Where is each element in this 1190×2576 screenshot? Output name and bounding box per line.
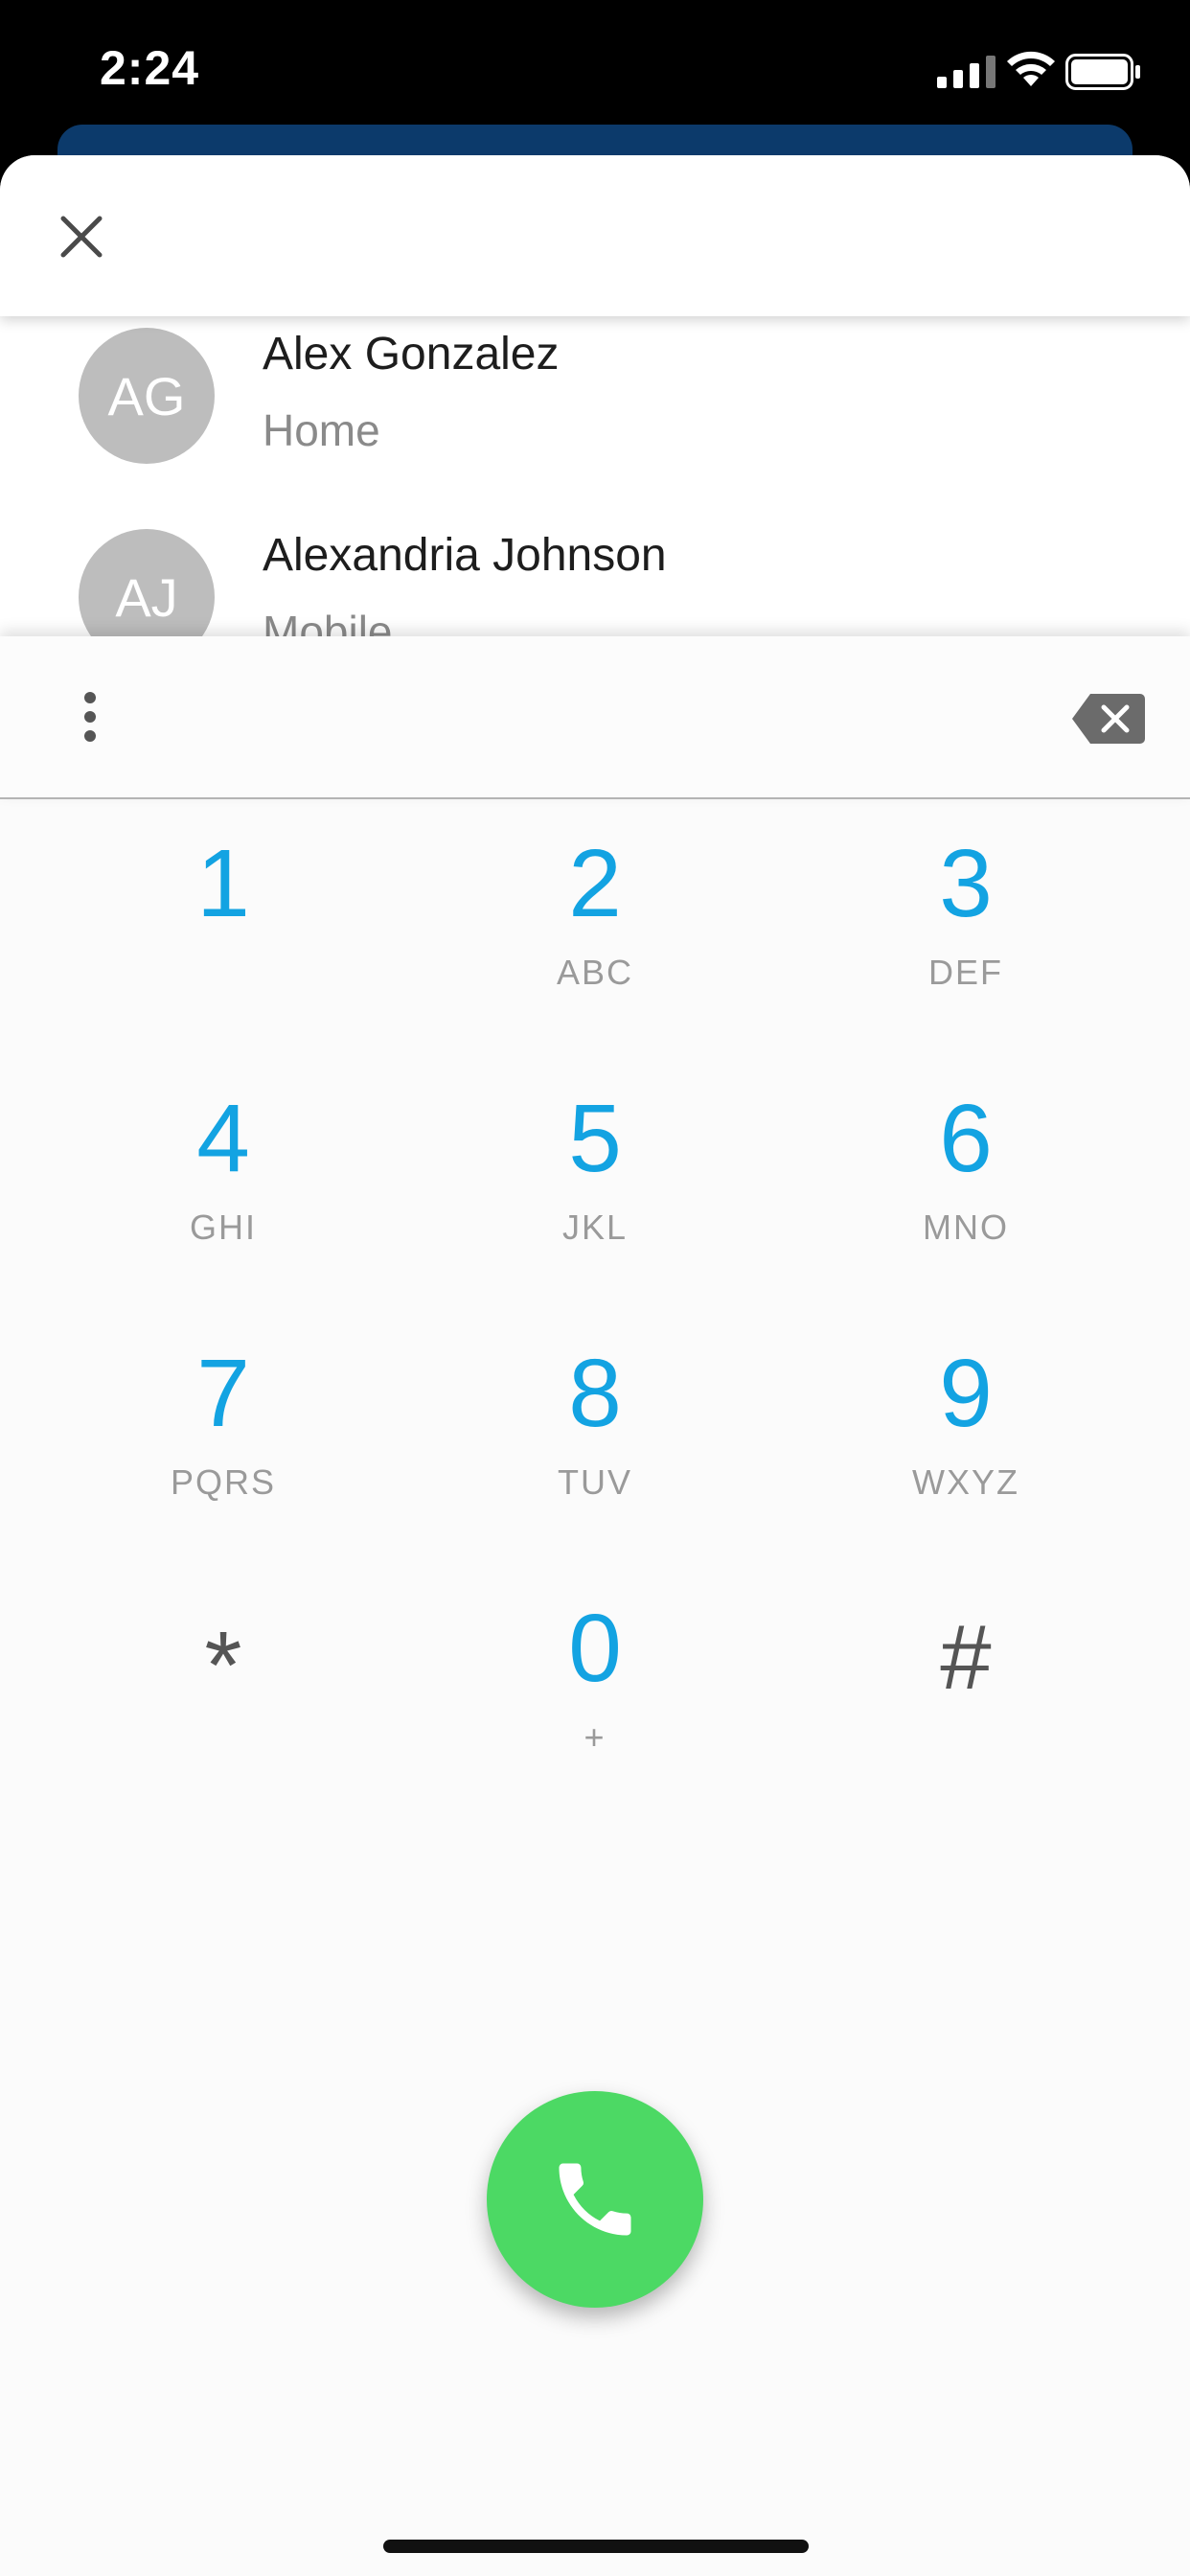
key-digit: 0: [568, 1595, 622, 1702]
key-letters: PQRS: [170, 1462, 277, 1502]
dial-number-input[interactable]: [144, 675, 1029, 763]
contact-name: Alexandria Johnson: [263, 530, 667, 581]
avatar: AG: [79, 328, 215, 464]
key-letters: MNO: [923, 1208, 1009, 1247]
key-8[interactable]: 8 TUV: [451, 1307, 739, 1528]
key-6[interactable]: 6 MNO: [822, 1052, 1110, 1273]
key-star[interactable]: *: [80, 1562, 367, 1782]
key-9[interactable]: 9 WXYZ: [822, 1307, 1110, 1528]
more-options-button[interactable]: [61, 688, 119, 746]
phone-icon: [559, 2163, 631, 2236]
key-5[interactable]: 5 JKL: [451, 1052, 739, 1273]
key-letters: ABC: [556, 953, 634, 992]
contact-row[interactable]: AG Alex Gonzalez Home: [0, 316, 1190, 518]
key-letters: +: [584, 1717, 606, 1757]
dialer-sheet: AG Alex Gonzalez Home AJ Alexandria John…: [0, 155, 1190, 2576]
contact-name: Alex Gonzalez: [263, 329, 560, 380]
key-3[interactable]: 3 DEF: [822, 797, 1110, 1018]
key-letters: DEF: [928, 953, 1003, 992]
key-hash[interactable]: #: [822, 1562, 1110, 1782]
key-1[interactable]: 1: [80, 797, 367, 1018]
key-digit: 2: [568, 830, 622, 937]
key-0[interactable]: 0 +: [451, 1562, 739, 1782]
key-letters: WXYZ: [912, 1462, 1019, 1502]
more-vertical-icon: [84, 692, 96, 742]
key-digit: 6: [939, 1085, 993, 1192]
key-letters: JKL: [561, 1208, 629, 1247]
key-digit: #: [940, 1606, 992, 1709]
dial-input-bar: [0, 636, 1190, 799]
key-digit: *: [204, 1612, 242, 1719]
close-button[interactable]: [48, 203, 115, 270]
home-indicator: [383, 2540, 809, 2553]
contact-phone-type: Mobile: [263, 607, 393, 636]
key-7[interactable]: 7 PQRS: [80, 1307, 367, 1528]
key-digit: 3: [939, 830, 993, 937]
key-digit: 1: [196, 830, 250, 937]
wifi-icon: [1007, 51, 1055, 86]
avatar: AJ: [79, 529, 215, 636]
backspace-icon: [1072, 694, 1145, 744]
key-4[interactable]: 4 GHI: [80, 1052, 367, 1273]
close-icon: [60, 216, 103, 258]
call-button[interactable]: [487, 2091, 703, 2308]
sheet-header: [0, 155, 1190, 316]
key-digit: 8: [568, 1340, 622, 1447]
key-digit: 7: [196, 1340, 250, 1447]
key-letters: GHI: [189, 1208, 257, 1247]
contact-suggestions-list: AG Alex Gonzalez Home AJ Alexandria John…: [0, 316, 1190, 636]
status-time: 2:24: [100, 41, 200, 95]
cellular-signal-icon: [937, 56, 995, 88]
contact-phone-type: Home: [263, 405, 380, 455]
battery-icon: [1065, 54, 1140, 90]
key-letters: TUV: [558, 1462, 632, 1502]
status-bar: 2:24: [0, 0, 1190, 144]
key-digit: 4: [196, 1085, 250, 1192]
backspace-button[interactable]: [1071, 692, 1146, 746]
key-digit: 9: [939, 1340, 993, 1447]
key-2[interactable]: 2 ABC: [451, 797, 739, 1018]
key-digit: 5: [568, 1085, 622, 1192]
contact-row[interactable]: AJ Alexandria Johnson Mobile: [0, 518, 1190, 636]
